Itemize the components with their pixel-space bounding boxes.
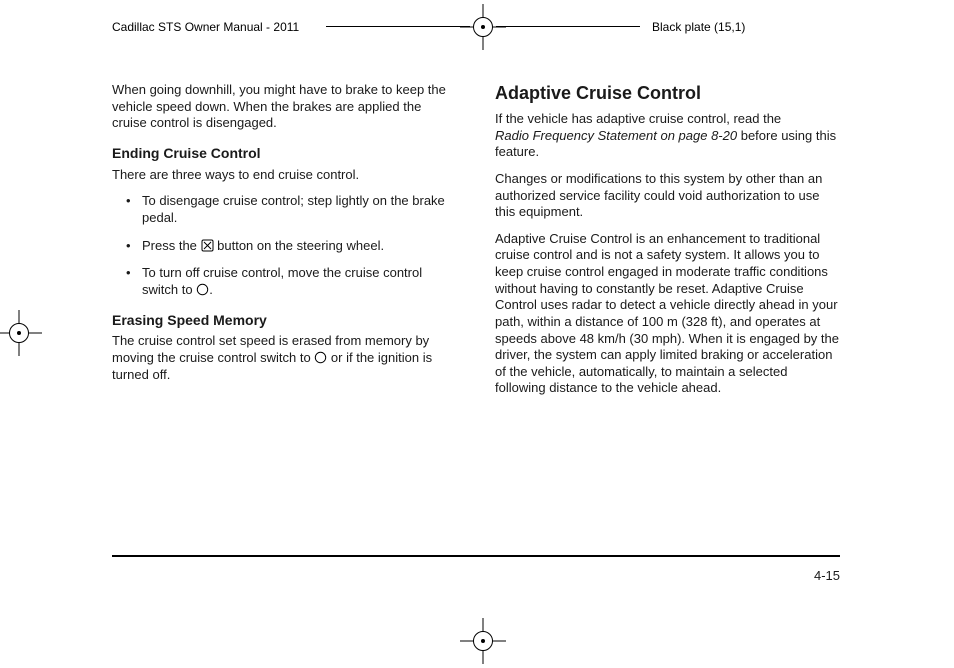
registration-mark-left [0, 310, 42, 356]
list-item: To disengage cruise control; step lightl… [142, 193, 457, 226]
page-number: 4-15 [814, 568, 840, 583]
adaptive-intro-paragraph: If the vehicle has adaptive cruise contr… [495, 111, 840, 161]
header-right-text: Black plate (15,1) [652, 20, 745, 34]
page-body: When going downhill, you might have to b… [112, 82, 840, 407]
para-text: If the vehicle has adaptive cruise contr… [495, 111, 781, 126]
ending-cruise-intro: There are three ways to end cruise contr… [112, 167, 457, 184]
erasing-speed-heading: Erasing Speed Memory [112, 312, 457, 330]
adaptive-warning-paragraph: Changes or modifications to this system … [495, 171, 840, 221]
list-text: Press the [142, 238, 201, 253]
adaptive-description-paragraph: Adaptive Cruise Control is an enhancemen… [495, 231, 840, 397]
adaptive-cruise-heading: Adaptive Cruise Control [495, 82, 840, 105]
cross-reference: Radio Frequency Statement on page 8‑20 [495, 128, 737, 143]
left-column: When going downhill, you might have to b… [112, 82, 457, 407]
header-rule-left [326, 26, 470, 27]
list-item: Press the button on the steering wheel. [142, 238, 457, 255]
ending-cruise-list: To disengage cruise control; step lightl… [112, 193, 457, 298]
list-text: . [209, 282, 213, 297]
list-text: To turn off cruise control, move the cru… [142, 265, 422, 297]
footer-rule [112, 555, 840, 557]
registration-mark-bottom [460, 618, 506, 664]
ending-cruise-heading: Ending Cruise Control [112, 145, 457, 163]
header-rule-right [496, 26, 640, 27]
erasing-speed-paragraph: The cruise control set speed is erased f… [112, 333, 457, 383]
header-left-text: Cadillac STS Owner Manual - 2011 [112, 20, 299, 34]
downhill-paragraph: When going downhill, you might have to b… [112, 82, 457, 132]
off-switch-icon [314, 351, 327, 364]
registration-mark-top [460, 4, 506, 50]
list-item: To turn off cruise control, move the cru… [142, 265, 457, 298]
off-switch-icon [196, 283, 209, 296]
right-column: Adaptive Cruise Control If the vehicle h… [495, 82, 840, 407]
list-text: button on the steering wheel. [214, 238, 385, 253]
cancel-button-icon [201, 239, 214, 252]
